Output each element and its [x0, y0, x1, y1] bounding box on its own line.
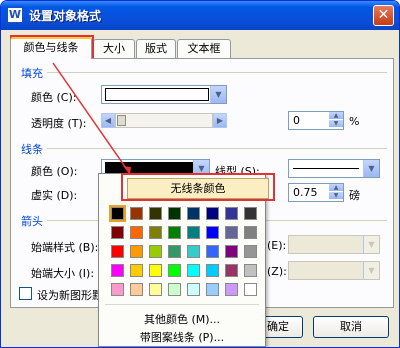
color-swatch[interactable]: [111, 283, 124, 296]
begin-style-label: 始端样式 (B):: [31, 241, 99, 254]
end-size-label-suffix: (Z):: [267, 265, 287, 278]
line-section-label: 线条: [21, 143, 43, 156]
color-swatch[interactable]: [168, 283, 181, 296]
close-button[interactable]: ✕: [373, 5, 394, 26]
color-swatch[interactable]: [130, 245, 143, 258]
pattern-line-option[interactable]: 带图案线条 (P)...: [99, 329, 265, 345]
no-line-highlight-box: [121, 173, 275, 201]
spin-down-icon[interactable]: ▼: [329, 192, 343, 200]
color-swatch[interactable]: [149, 283, 162, 296]
color-swatch[interactable]: [168, 264, 181, 277]
color-swatch[interactable]: [206, 264, 219, 277]
color-swatch[interactable]: [187, 264, 200, 277]
color-swatch[interactable]: [187, 245, 200, 258]
fill-color-label: 颜色 (C):: [31, 91, 77, 104]
transparency-value: 0: [293, 114, 300, 127]
tab-size[interactable]: 大小: [93, 39, 135, 58]
color-swatch[interactable]: [206, 207, 219, 220]
spin-down-icon[interactable]: ▼: [329, 120, 343, 128]
color-swatch[interactable]: [130, 226, 143, 239]
line-weight-input[interactable]: 0.75 ▲ ▼: [288, 183, 344, 202]
color-swatch[interactable]: [244, 283, 257, 296]
end-style-select[interactable]: ▼: [288, 235, 380, 254]
color-swatch[interactable]: [225, 226, 238, 239]
tab-textbox[interactable]: 文本框: [177, 39, 231, 58]
line-weight-spinner[interactable]: ▲ ▼: [329, 184, 343, 201]
transparency-right-arrow-icon[interactable]: ▶: [213, 113, 227, 128]
color-swatch[interactable]: [111, 226, 124, 239]
transparency-slider[interactable]: [115, 113, 213, 128]
end-style-label-suffix: (E):: [267, 239, 287, 252]
color-swatch[interactable]: [149, 245, 162, 258]
color-swatch[interactable]: [244, 245, 257, 258]
color-swatch[interactable]: [168, 226, 181, 239]
line-style-preview: [293, 168, 359, 169]
color-swatch[interactable]: [225, 283, 238, 296]
color-swatch[interactable]: [168, 207, 181, 220]
color-swatch[interactable]: [244, 264, 257, 277]
line-color-label: 颜色 (O):: [31, 165, 78, 178]
line-weight-value: 0.75: [293, 186, 318, 199]
cancel-button[interactable]: 取消: [313, 316, 389, 338]
color-swatch[interactable]: [149, 207, 162, 220]
begin-size-label: 始端大小 (I):: [31, 267, 95, 280]
default-checkbox-label: 设为新图形默: [37, 289, 103, 302]
color-swatch[interactable]: [206, 245, 219, 258]
end-size-select[interactable]: ▼: [288, 261, 380, 280]
color-swatch[interactable]: [225, 264, 238, 277]
color-swatch[interactable]: [130, 264, 143, 277]
line-weight-unit: 磅: [349, 189, 360, 202]
chevron-down-icon[interactable]: ▼: [363, 236, 379, 253]
color-swatch[interactable]: [130, 207, 143, 220]
transparency-input[interactable]: 0 ▲ ▼: [288, 111, 344, 130]
line-section-divider: [47, 148, 387, 149]
color-swatch[interactable]: [244, 207, 257, 220]
dialog-title: 设置对象格式: [29, 9, 102, 23]
dash-label: 虚实 (D):: [31, 189, 78, 202]
color-swatch[interactable]: [111, 264, 124, 277]
color-swatch[interactable]: [206, 226, 219, 239]
tab-layout[interactable]: 版式: [136, 39, 176, 58]
arrow-section-label: 箭头: [21, 215, 43, 228]
fill-color-swatch: [105, 88, 209, 101]
transparency-spinner[interactable]: ▲ ▼: [329, 112, 343, 129]
color-swatch[interactable]: [187, 207, 200, 220]
popup-divider: [105, 304, 259, 305]
color-swatch[interactable]: [109, 205, 126, 222]
line-style-select[interactable]: ▼: [288, 159, 380, 178]
transparency-left-arrow-icon[interactable]: ◀: [101, 113, 115, 128]
format-object-dialog: W 设置对象格式 ✕ 颜色与线条 大小 版式 文本框 填充 颜色 (C): ▼ …: [0, 0, 400, 348]
fill-color-select[interactable]: ▼: [101, 85, 227, 104]
color-swatch[interactable]: [168, 245, 181, 258]
color-swatch[interactable]: [225, 207, 238, 220]
chevron-down-icon[interactable]: ▼: [210, 86, 226, 103]
app-icon: W: [7, 7, 23, 23]
color-swatch[interactable]: [149, 226, 162, 239]
color-swatch[interactable]: [187, 283, 200, 296]
chevron-down-icon[interactable]: ▼: [363, 262, 379, 279]
chevron-down-icon[interactable]: ▼: [363, 160, 379, 177]
color-swatch[interactable]: [225, 245, 238, 258]
slider-thumb[interactable]: [117, 115, 126, 126]
spin-up-icon[interactable]: ▲: [329, 184, 343, 192]
transparency-unit: %: [349, 115, 360, 128]
title-bar[interactable]: W 设置对象格式 ✕: [1, 1, 399, 30]
fill-section-divider: [47, 72, 387, 73]
more-colors-option[interactable]: 其他颜色 (M)...: [99, 311, 265, 327]
transparency-label: 透明度 (T):: [31, 117, 87, 130]
color-swatch[interactable]: [111, 245, 124, 258]
color-swatch[interactable]: [244, 226, 257, 239]
tab-color-and-line[interactable]: 颜色与线条: [10, 37, 92, 59]
fill-section-label: 填充: [21, 67, 43, 80]
color-swatch[interactable]: [130, 283, 143, 296]
color-swatch[interactable]: [206, 283, 219, 296]
default-checkbox[interactable]: [19, 287, 32, 300]
spin-up-icon[interactable]: ▲: [329, 112, 343, 120]
color-swatch[interactable]: [187, 226, 200, 239]
color-swatch[interactable]: [149, 264, 162, 277]
